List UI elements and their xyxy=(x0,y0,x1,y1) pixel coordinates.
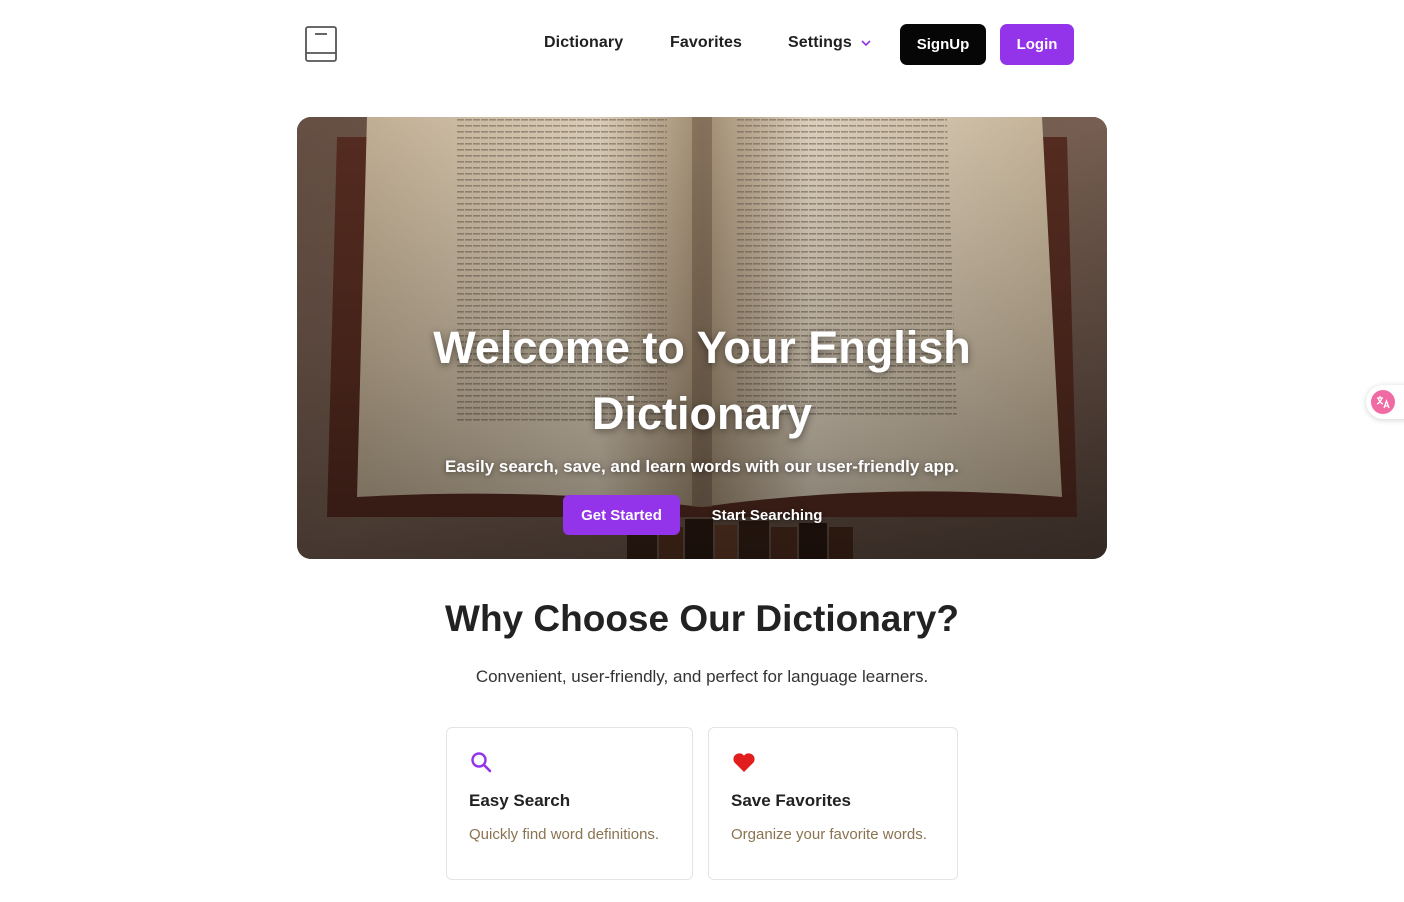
feature-card-save-favorites: Save Favorites Organize your favorite wo… xyxy=(708,727,958,880)
get-started-button[interactable]: Get Started xyxy=(563,495,680,535)
login-button[interactable]: Login xyxy=(1000,24,1074,65)
feature-title: Save Favorites xyxy=(731,791,852,810)
nav-settings[interactable]: Settings xyxy=(788,34,872,52)
section-title: Why Choose Our Dictionary? xyxy=(445,598,959,639)
hero-title-line2: Dictionary xyxy=(591,388,813,439)
start-searching-button[interactable]: Start Searching xyxy=(697,495,837,535)
translate-widget[interactable] xyxy=(1366,385,1404,419)
feature-description: Quickly find word definitions. xyxy=(469,826,660,843)
site-header: Dictionary Favorites Settings SignUp Log… xyxy=(0,0,1404,88)
nav-favorites[interactable]: Favorites xyxy=(670,34,742,52)
section-subtitle: Convenient, user-friendly, and perfect f… xyxy=(475,667,929,686)
feature-title: Easy Search xyxy=(469,791,571,810)
chevron-down-icon xyxy=(861,40,871,47)
heart-icon xyxy=(733,753,755,772)
nav-settings-label: Settings xyxy=(788,34,852,51)
hero-banner: Welcome to Your English Dictionary Easil… xyxy=(297,117,1107,559)
feature-description: Organize your favorite words. xyxy=(731,826,927,843)
hero-title-line1: Welcome to Your English xyxy=(433,322,971,373)
hero-subtitle: Easily search, save, and learn words wit… xyxy=(445,457,959,476)
book-logo-icon[interactable] xyxy=(304,25,338,63)
search-icon xyxy=(471,752,492,773)
nav-dictionary[interactable]: Dictionary xyxy=(544,34,623,52)
hero-title: Welcome to Your English Dictionary xyxy=(297,315,1107,447)
feature-card-easy-search: Easy Search Quickly find word definition… xyxy=(446,727,693,880)
translate-icon xyxy=(1371,390,1395,414)
signup-button[interactable]: SignUp xyxy=(900,24,986,65)
